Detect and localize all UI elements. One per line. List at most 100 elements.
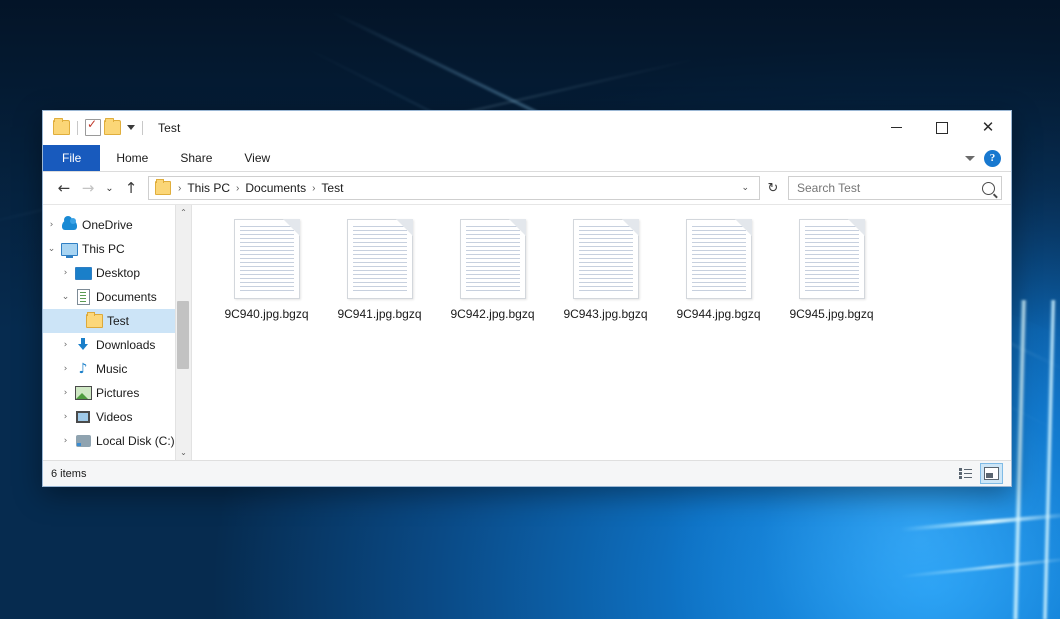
chevron-right-icon[interactable]: › — [43, 220, 60, 230]
file-name: 9C942.jpg.bgzq — [450, 307, 534, 321]
sidebar-scrollbar[interactable]: ⌃ ⌄ — [175, 205, 191, 460]
new-folder-icon[interactable] — [104, 120, 121, 135]
scroll-down-icon[interactable]: ⌄ — [176, 445, 191, 460]
sidebar-item-label: Local Disk (C:) — [92, 434, 175, 448]
chevron-down-icon[interactable]: ⌄ — [735, 183, 755, 193]
up-button[interactable]: ↑ — [119, 176, 143, 200]
sidebar-item-label: OneDrive — [78, 218, 133, 232]
file-name: 9C944.jpg.bgzq — [676, 307, 760, 321]
window-title: Test — [158, 121, 180, 135]
sidebar-item-onedrive[interactable]: › OneDrive — [43, 213, 191, 237]
pictures-icon — [74, 386, 92, 400]
sidebar-item-test[interactable]: Test — [43, 309, 191, 333]
desktop-icon — [74, 267, 92, 280]
file-item[interactable]: 9C943.jpg.bgzq — [549, 217, 662, 339]
folder-icon[interactable] — [53, 120, 70, 135]
document-fold-shade — [735, 219, 752, 236]
back-button[interactable]: ← — [52, 176, 76, 200]
breadcrumb-item-test[interactable]: Test — [318, 181, 346, 195]
videos-icon — [74, 411, 92, 423]
file-item[interactable]: 9C942.jpg.bgzq — [436, 217, 549, 339]
sidebar-item-label: Desktop — [92, 266, 140, 280]
chevron-down-icon[interactable] — [127, 125, 135, 130]
folder-icon — [85, 314, 103, 328]
divider — [142, 121, 143, 135]
tab-share[interactable]: Share — [164, 145, 228, 171]
breadcrumb-item-documents[interactable]: Documents — [242, 181, 309, 195]
properties-checkbox-icon[interactable] — [85, 119, 101, 136]
sidebar-item-label: Downloads — [92, 338, 155, 352]
chevron-down-icon[interactable]: ⌄ — [57, 292, 74, 302]
address-bar: ← → ⌄ ↑ › This PC › Documents › Test ⌄ ↻ — [43, 172, 1011, 205]
search-icon[interactable] — [982, 182, 995, 195]
search-input[interactable] — [795, 180, 982, 196]
sidebar-item-documents[interactable]: ⌄ Documents — [43, 285, 191, 309]
scrollbar-track[interactable] — [176, 220, 191, 445]
chevron-right-icon[interactable]: › — [57, 436, 74, 446]
generic-document-icon — [573, 219, 639, 299]
desktop: Test ✕ File Home Share View ? — [0, 0, 1060, 619]
generic-document-icon — [347, 219, 413, 299]
document-fold-shade — [283, 219, 300, 236]
breadcrumb-item-this-pc[interactable]: This PC — [184, 181, 233, 195]
recent-locations-button[interactable]: ⌄ — [100, 176, 119, 200]
explorer-body: › OneDrive ⌄ This PC › Desktop ⌄ — [43, 205, 1011, 460]
chevron-down-icon[interactable] — [965, 156, 975, 161]
file-name: 9C943.jpg.bgzq — [563, 307, 647, 321]
chevron-right-icon[interactable]: › — [57, 340, 74, 350]
file-name: 9C941.jpg.bgzq — [337, 307, 421, 321]
disk-icon — [74, 435, 92, 447]
tab-view[interactable]: View — [228, 145, 286, 171]
file-item[interactable]: 9C944.jpg.bgzq — [662, 217, 775, 339]
details-view-button[interactable] — [954, 463, 977, 484]
minimize-button[interactable] — [873, 111, 919, 144]
scroll-up-icon[interactable]: ⌃ — [176, 205, 191, 220]
sidebar-item-label: Test — [103, 314, 129, 328]
chevron-right-icon[interactable]: › — [57, 388, 74, 398]
chevron-right-icon[interactable]: › — [57, 268, 74, 278]
sidebar-item-pictures[interactable]: › Pictures — [43, 381, 191, 405]
large-icons-view-icon — [984, 467, 999, 480]
sidebar-item-label: Pictures — [92, 386, 139, 400]
generic-document-icon — [234, 219, 300, 299]
sidebar-item-label: Documents — [92, 290, 157, 304]
scrollbar-thumb[interactable] — [177, 301, 189, 369]
close-button[interactable]: ✕ — [965, 111, 1011, 144]
generic-document-icon — [686, 219, 752, 299]
sidebar-item-desktop[interactable]: › Desktop — [43, 261, 191, 285]
forward-button[interactable]: → — [76, 176, 100, 200]
minimize-icon — [891, 127, 902, 128]
sidebar-item-downloads[interactable]: › Downloads — [43, 333, 191, 357]
file-list: 9C940.jpg.bgzq 9C941.jpg.bgzq — [192, 205, 1011, 460]
breadcrumb[interactable]: › This PC › Documents › Test ⌄ — [148, 176, 760, 200]
sidebar-item-videos[interactable]: › Videos — [43, 405, 191, 429]
sidebar-item-local-disk[interactable]: › Local Disk (C:) — [43, 429, 191, 453]
window-controls: ✕ — [873, 111, 1011, 144]
pc-icon — [60, 243, 78, 256]
sidebar-item-this-pc[interactable]: ⌄ This PC — [43, 237, 191, 261]
file-name: 9C945.jpg.bgzq — [789, 307, 873, 321]
chevron-down-icon[interactable]: ⌄ — [43, 244, 60, 254]
sidebar-item-music[interactable]: › ♪ Music — [43, 357, 191, 381]
search-box[interactable] — [788, 176, 1002, 200]
maximize-button[interactable] — [919, 111, 965, 144]
tab-home[interactable]: Home — [100, 145, 164, 171]
document-fold-shade — [848, 219, 865, 236]
chevron-right-icon[interactable]: › — [57, 364, 74, 374]
breadcrumb-separator: › — [175, 183, 184, 194]
help-icon[interactable]: ? — [984, 150, 1001, 167]
document-fold-shade — [622, 219, 639, 236]
file-item[interactable]: 9C945.jpg.bgzq — [775, 217, 888, 339]
sidebar-item-label: Videos — [92, 410, 132, 424]
breadcrumb-separator: › — [309, 183, 318, 194]
folder-icon — [155, 181, 171, 195]
file-item[interactable]: 9C940.jpg.bgzq — [210, 217, 323, 339]
large-icons-view-button[interactable] — [980, 463, 1003, 484]
sidebar-item-label: This PC — [78, 242, 125, 256]
chevron-right-icon[interactable]: › — [57, 412, 74, 422]
refresh-button[interactable]: ↻ — [760, 176, 786, 200]
tab-file[interactable]: File — [43, 145, 100, 171]
file-item[interactable]: 9C941.jpg.bgzq — [323, 217, 436, 339]
close-icon: ✕ — [982, 120, 995, 135]
document-fold-shade — [396, 219, 413, 236]
